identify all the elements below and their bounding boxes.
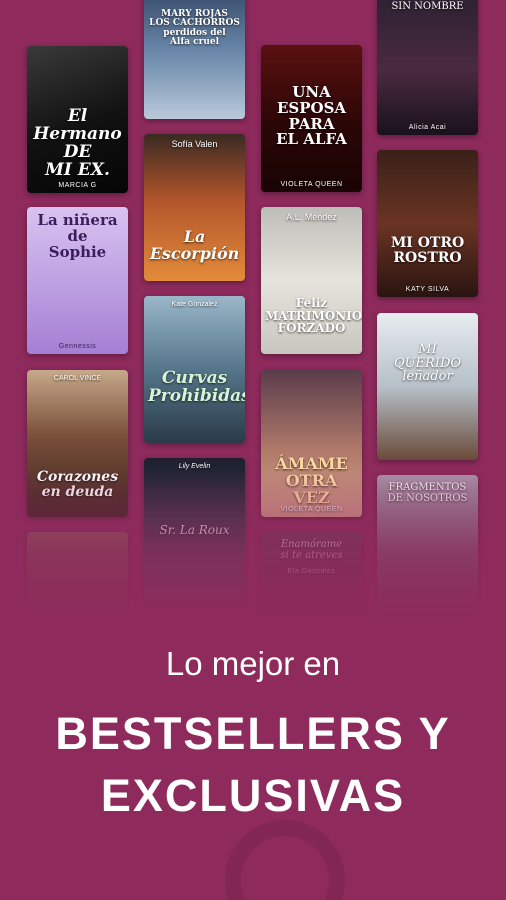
- book-author: CAROL VINCE: [53, 375, 102, 382]
- book-title: La niñera de Sophie: [37, 211, 118, 261]
- book-author: VIOLETA QUEEN: [280, 181, 343, 188]
- book-title: Enamórame si te atreves: [280, 539, 343, 561]
- book-title: MARY ROJAS LOS CACHORROS perdidos del Al…: [149, 9, 240, 48]
- book-author: KATY SILVA: [405, 286, 450, 293]
- book-cover-fragmentos-de-nosotros[interactable]: FRAGMENTOS DE NOSOTROS: [377, 475, 478, 620]
- book-cover-collage: El Hermano DE MI EX. MARCIA G La niñera …: [0, 0, 506, 620]
- promo-headline-line-2: EXCLUSIVAS: [100, 770, 406, 821]
- book-author: Kate Gonzalez: [171, 301, 218, 308]
- book-title: MI OTRO ROSTRO: [390, 235, 465, 266]
- book-title: UNA ESPOSA PARA EL ALFA: [276, 83, 347, 149]
- book-cover-feliz-matrimonio-forzado[interactable]: A.L. Méndez Feliz MATRIMONIO FORZADO: [261, 207, 362, 354]
- book-title: ÁMAME OTRA VEZ: [275, 454, 348, 507]
- book-title: Curvas Prohibidas: [148, 368, 245, 406]
- book-author: Alicia Acai: [408, 124, 447, 131]
- book-title: El Hermano DE MI EX.: [33, 106, 122, 180]
- book-cover-el-hermano-de-mi-ex[interactable]: El Hermano DE MI EX. MARCIA G: [27, 46, 128, 193]
- book-cover-enamorame-si-te-atreves[interactable]: Enamórame si te atreves Ela González: [261, 532, 362, 620]
- background-logo-watermark: [225, 820, 345, 900]
- promo-headline-line-1: BESTSELLERS Y: [55, 708, 451, 759]
- book-cover-sin-nombre[interactable]: SIN NOMBRE Alicia Acai: [377, 0, 478, 135]
- book-cover-curvas-prohibidas[interactable]: Kate Gonzalez Curvas Prohibidas: [144, 296, 245, 443]
- book-cover-una-esposa-para-el-alfa[interactable]: UNA ESPOSA PARA EL ALFA VIOLETA QUEEN: [261, 45, 362, 192]
- book-cover-la-escorpion[interactable]: Sofía Valen La Escorpión: [144, 134, 245, 281]
- book-title: SIN NOMBRE: [391, 1, 464, 12]
- book-cover-sr-la-roux[interactable]: Lily Evelin Sr. La Roux: [144, 458, 245, 605]
- book-author: Ela González: [287, 568, 336, 575]
- book-title: Corazones en deuda: [36, 469, 119, 500]
- book-author: Sofía Valen: [171, 139, 218, 149]
- book-cover-amame-otra-vez[interactable]: ÁMAME OTRA VEZ VIOLETA QUEEN: [261, 370, 362, 517]
- book-author: VIOLETA QUEEN: [280, 506, 343, 513]
- book-title: Sr. La Roux: [159, 523, 230, 537]
- book-author: Gennessis: [58, 343, 97, 350]
- book-cover-corazones-en-deuda[interactable]: CAROL VINCE Corazones en deuda: [27, 370, 128, 517]
- book-cover-la-ninera-de-sophie[interactable]: La niñera de Sophie Gennessis: [27, 207, 128, 354]
- book-author: A.L. Méndez: [286, 212, 337, 222]
- book-cover-los-cachorros[interactable]: MARY ROJAS LOS CACHORROS perdidos del Al…: [144, 0, 245, 119]
- book-title: FRAGMENTOS DE NOSOTROS: [387, 482, 468, 504]
- book-author: Lily Evelin: [178, 463, 211, 470]
- book-title: MI QUERIDO leñador: [393, 342, 462, 385]
- book-cover-untitled[interactable]: [27, 532, 128, 620]
- book-cover-mi-otro-rostro[interactable]: MI OTRO ROSTRO KATY SILVA: [377, 150, 478, 297]
- book-title: Feliz MATRIMONIO FORZADO: [265, 296, 362, 336]
- book-author: MARCIA G: [58, 182, 97, 189]
- book-title: La Escorpión: [149, 227, 240, 263]
- book-cover-mi-querido-lenador[interactable]: MI QUERIDO leñador: [377, 313, 478, 460]
- promo-subtitle: Lo mejor en: [165, 645, 341, 682]
